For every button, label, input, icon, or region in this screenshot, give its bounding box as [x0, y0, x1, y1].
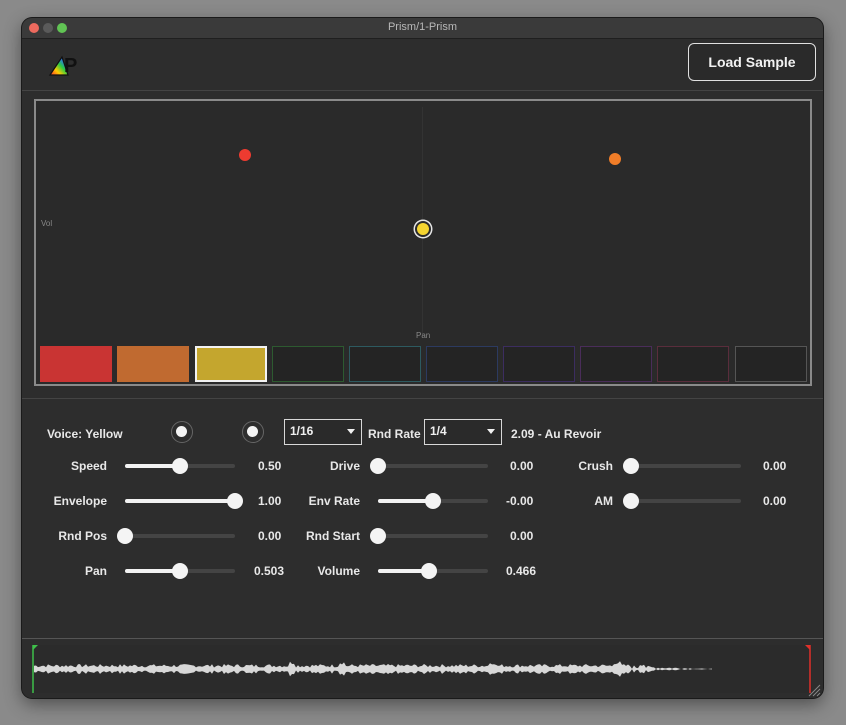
- voice-swatch-teal[interactable]: [349, 346, 421, 382]
- waveform-panel: [22, 638, 823, 698]
- header: P Load Sample: [22, 39, 823, 91]
- prism-logo: P: [48, 55, 77, 77]
- crush-value: 0.00: [763, 459, 787, 473]
- envelope-label: Envelope: [53, 494, 107, 508]
- plugin-window: Prism/1-Prism P Load Sample Vol Pan Voic…: [22, 18, 823, 698]
- voice-swatch-rose[interactable]: [657, 346, 729, 382]
- voice-radio-a[interactable]: [171, 421, 193, 443]
- xy-pad[interactable]: Vol Pan: [34, 99, 812, 386]
- env-rate-slider[interactable]: [378, 493, 488, 509]
- drive-slider[interactable]: [370, 458, 488, 474]
- voice-swatch-yellow[interactable]: [195, 346, 267, 382]
- preset-readout: 2.09 - Au Revoir: [511, 427, 602, 441]
- chevron-down-icon: [347, 429, 355, 434]
- chevron-down-icon: [487, 429, 495, 434]
- volume-value: 0.466: [506, 564, 537, 578]
- window-title: Prism/1-Prism: [387, 21, 458, 33]
- voice-swatch-green[interactable]: [272, 346, 344, 382]
- sample-waveform[interactable]: [32, 645, 812, 693]
- voice-dot-red[interactable]: [239, 149, 251, 161]
- voice-swatch-red[interactable]: [40, 346, 112, 382]
- env-rate-label: Env Rate: [308, 494, 360, 508]
- rnd-pos-label: Rnd Pos: [58, 529, 107, 543]
- volume-slider[interactable]: [378, 563, 488, 579]
- rnd-rate-label: Rnd Rate: [368, 427, 421, 441]
- center-line: [422, 107, 423, 337]
- title-bar: Prism/1-Prism: [22, 18, 823, 39]
- rnd-start-label: Rnd Start: [306, 529, 360, 543]
- divider: [22, 398, 823, 399]
- voice-swatch-orange[interactable]: [117, 346, 189, 382]
- voice-radio-b[interactable]: [242, 421, 264, 443]
- envelope-slider[interactable]: [125, 493, 243, 509]
- xy-pad-area[interactable]: Vol Pan: [36, 101, 810, 345]
- rnd-start-slider[interactable]: [370, 528, 488, 544]
- volume-label: Volume: [317, 564, 360, 578]
- svg-text:P: P: [64, 55, 77, 77]
- voice-dot-orange[interactable]: [609, 153, 621, 165]
- load-sample-button[interactable]: Load Sample: [688, 43, 816, 81]
- voice-label: Voice: Yellow: [47, 427, 123, 441]
- rnd-rate-select-value: 1/4: [430, 424, 447, 438]
- am-label: AM: [594, 494, 613, 508]
- rnd-rate-select[interactable]: 1/4: [424, 419, 502, 445]
- voice-swatch-blue[interactable]: [426, 346, 498, 382]
- am-slider[interactable]: [623, 493, 741, 509]
- division-select[interactable]: 1/16: [284, 419, 362, 445]
- voice-swatch-gray[interactable]: [735, 346, 807, 382]
- y-axis-label: Vol: [41, 219, 53, 228]
- x-axis-label: Pan: [416, 331, 431, 340]
- crush-slider[interactable]: [623, 458, 741, 474]
- speed-label: Speed: [70, 459, 107, 473]
- crush-label: Crush: [578, 459, 613, 473]
- drive-label: Drive: [329, 459, 360, 473]
- voice-swatch-violet[interactable]: [580, 346, 652, 382]
- voice-swatch-indigo[interactable]: [503, 346, 575, 382]
- pan-slider[interactable]: [125, 563, 235, 579]
- am-value: 0.00: [763, 494, 787, 508]
- rnd-start-value: 0.00: [510, 529, 534, 543]
- rnd-pos-slider[interactable]: [117, 528, 235, 544]
- pan-label: Pan: [84, 564, 107, 578]
- division-select-value: 1/16: [290, 424, 314, 438]
- voice-dot-yellow[interactable]: [417, 223, 429, 235]
- speed-slider[interactable]: [125, 458, 235, 474]
- resize-grip-icon[interactable]: [807, 683, 821, 697]
